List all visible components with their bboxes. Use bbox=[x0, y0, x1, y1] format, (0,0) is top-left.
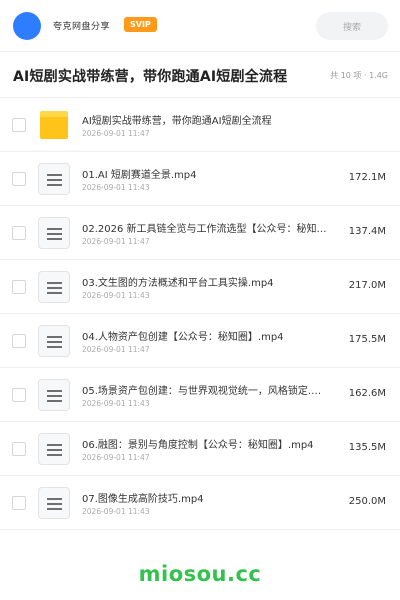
item-name: 07.图像生成高阶技巧.mp4 bbox=[82, 494, 204, 505]
item-date: 2026-09-01 11:43 bbox=[82, 399, 150, 408]
list-item[interactable]: 03.文生图的方法概述和平台工具实操.mp4 2026-09-01 11:43 … bbox=[0, 260, 400, 314]
item-size: 175.5M bbox=[348, 334, 386, 345]
item-checkbox[interactable] bbox=[12, 118, 26, 132]
item-name: 03.文生图的方法概述和平台工具实操.mp4 bbox=[82, 278, 274, 289]
list-item[interactable]: 07.图像生成高阶技巧.mp4 2026-09-01 11:43 250.0M bbox=[0, 476, 400, 530]
folder-title-bar: AI短剧实战带练营，带你跑通AI短剧全流程 共 10 项 · 1.4G bbox=[0, 52, 400, 98]
item-name: 01.AI 短剧赛道全景.mp4 bbox=[82, 170, 197, 181]
file-icon bbox=[38, 217, 70, 249]
file-icon bbox=[38, 163, 70, 195]
item-name: AI短剧实战带练营，带你跑通AI短剧全流程 bbox=[82, 116, 272, 127]
list-item[interactable]: 02.2026 新工具链全览与工作流选型【公众号：秘知圈】.mp4 2026-0… bbox=[0, 206, 400, 260]
list-item[interactable]: 05.场景资产包创建：与世界观视觉统一，风格锁定.mp4 2026-09-01 … bbox=[0, 368, 400, 422]
item-date: 2026-09-01 11:47 bbox=[82, 345, 150, 354]
svip-badge: SVIP bbox=[124, 17, 157, 32]
item-date: 2026-09-01 11:47 bbox=[82, 129, 150, 138]
item-name: 06.融图：景别与角度控制【公众号：秘知圈】.mp4 bbox=[82, 440, 314, 451]
item-date: 2026-09-01 11:47 bbox=[82, 453, 150, 462]
item-checkbox[interactable] bbox=[12, 172, 26, 186]
item-size: 250.0M bbox=[348, 496, 386, 507]
search-input[interactable]: 搜索 bbox=[316, 12, 388, 40]
item-name: 02.2026 新工具链全览与工作流选型【公众号：秘知圈】.mp4 bbox=[82, 224, 328, 235]
item-summary: 共 10 项 · 1.4G bbox=[330, 71, 388, 80]
header-bar: 夸克网盘分享 SVIP 搜索 bbox=[0, 0, 400, 52]
item-checkbox[interactable] bbox=[12, 442, 26, 456]
folder-icon bbox=[38, 109, 70, 141]
item-size: 135.5M bbox=[348, 442, 386, 453]
item-size: 217.0M bbox=[348, 280, 386, 291]
watermark: miosou.cc bbox=[138, 562, 262, 586]
item-name: 04.人物资产包创建【公众号：秘知圈】.mp4 bbox=[82, 332, 284, 343]
item-checkbox[interactable] bbox=[12, 334, 26, 348]
item-size: 162.6M bbox=[348, 388, 386, 399]
item-checkbox[interactable] bbox=[12, 388, 26, 402]
item-date: 2026-09-01 11:47 bbox=[82, 237, 150, 246]
file-icon bbox=[38, 379, 70, 411]
item-checkbox[interactable] bbox=[12, 496, 26, 510]
list-item[interactable]: AI短剧实战带练营，带你跑通AI短剧全流程 2026-09-01 11:47 bbox=[0, 98, 400, 152]
item-date: 2026-09-01 11:43 bbox=[82, 507, 150, 516]
file-list: AI短剧实战带练营，带你跑通AI短剧全流程 2026-09-01 11:47 0… bbox=[0, 98, 400, 530]
list-item[interactable]: 06.融图：景别与角度控制【公众号：秘知圈】.mp4 2026-09-01 11… bbox=[0, 422, 400, 476]
item-size: 172.1M bbox=[348, 172, 386, 183]
item-checkbox[interactable] bbox=[12, 280, 26, 294]
list-item[interactable]: 04.人物资产包创建【公众号：秘知圈】.mp4 2026-09-01 11:47… bbox=[0, 314, 400, 368]
item-checkbox[interactable] bbox=[12, 226, 26, 240]
item-name: 05.场景资产包创建：与世界观视觉统一，风格锁定.mp4 bbox=[82, 386, 328, 397]
file-icon bbox=[38, 433, 70, 465]
page-title: AI短剧实战带练营，带你跑通AI短剧全流程 bbox=[13, 69, 288, 85]
avatar[interactable] bbox=[13, 12, 41, 40]
item-date: 2026-09-01 11:43 bbox=[82, 183, 150, 192]
item-date: 2026-09-01 11:43 bbox=[82, 291, 150, 300]
file-icon bbox=[38, 325, 70, 357]
list-item[interactable]: 01.AI 短剧赛道全景.mp4 2026-09-01 11:43 172.1M bbox=[0, 152, 400, 206]
file-icon bbox=[38, 487, 70, 519]
search-placeholder: 搜索 bbox=[342, 22, 361, 33]
item-size: 137.4M bbox=[348, 226, 386, 237]
file-icon bbox=[38, 271, 70, 303]
brand-name: 夸克网盘分享 bbox=[53, 22, 111, 32]
